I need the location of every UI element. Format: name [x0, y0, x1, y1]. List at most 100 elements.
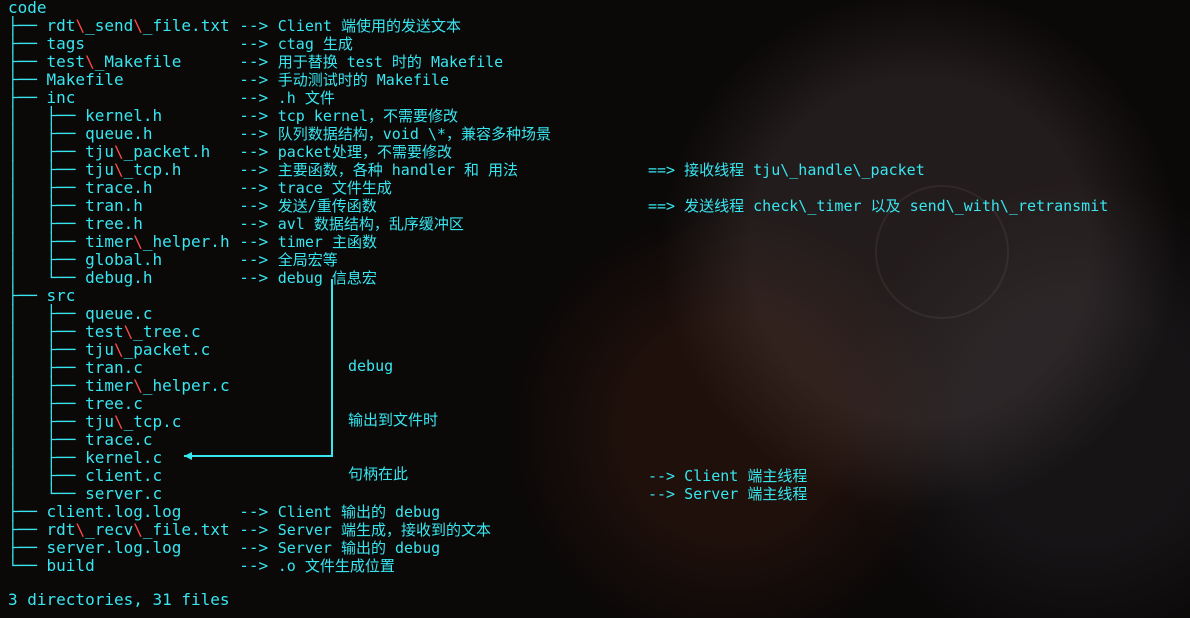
- tree-connector: │ ├──: [8, 466, 86, 485]
- space-after-arrow: [268, 214, 278, 233]
- tree-connector: │ ├──: [8, 250, 86, 269]
- description-text: 全局宏等: [277, 251, 338, 269]
- tree-line: │ ├── test\_tree.c: [8, 323, 201, 341]
- description-text: 主要函数，各种 handler 和 用法: [277, 161, 519, 179]
- escape-char: \: [113, 142, 124, 161]
- arrow-text: -->: [239, 142, 269, 161]
- arrow-text: -->: [239, 34, 269, 53]
- tree-connector: │ ├──: [8, 412, 86, 431]
- file-name-part: test: [46, 52, 86, 71]
- space-after-arrow: [268, 196, 278, 215]
- tree-line: ├── Makefile --> 手动测试时的 Makefile: [8, 70, 450, 90]
- tree-connector: │ └──: [8, 484, 86, 503]
- root-label: code: [8, 0, 47, 17]
- space-after-arrow: [268, 124, 278, 143]
- tree-connector: │ ├──: [8, 340, 86, 359]
- tree-line: │ ├── queue.c: [8, 305, 153, 323]
- arrow-text: -->: [239, 520, 269, 539]
- file-name-part: _packet.c: [123, 340, 211, 359]
- tree-connector: │ ├──: [8, 232, 86, 251]
- tree-connector: │ ├──: [8, 124, 86, 143]
- escape-char: \: [113, 160, 124, 179]
- description-text: 队列数据结构，void \*，兼容多种场景: [277, 125, 551, 143]
- file-name-part: tju: [85, 412, 114, 431]
- space-after-arrow: [268, 178, 278, 197]
- tree-connector: │ ├──: [8, 304, 86, 323]
- root-name: code: [8, 0, 47, 17]
- file-name-part: _file.txt: [142, 16, 230, 35]
- file-name-part: inc: [46, 88, 76, 107]
- file-name-part: build: [46, 556, 95, 575]
- file-name-part: kernel.c: [85, 448, 163, 467]
- space-after-arrow: [268, 16, 278, 35]
- right-annotation: --> Server 端主线程: [648, 485, 808, 503]
- tree-line: ├── client.log.log --> Client 输出的 debug: [8, 502, 440, 522]
- tree-connector: ├──: [8, 16, 47, 35]
- escape-char: \: [133, 232, 143, 251]
- file-name-part: _Makefile: [94, 52, 182, 71]
- file-name-part: global.h: [85, 250, 163, 269]
- tree-line: │ ├── tree.h --> avl 数据结构，乱序缓冲区: [8, 214, 464, 234]
- tree-line: │ ├── queue.h --> 队列数据结构，void \*，兼容多种场景: [8, 124, 551, 144]
- file-name-part: _helper.c: [142, 376, 230, 395]
- escape-char: \: [113, 340, 124, 359]
- file-name-part: trace.c: [85, 430, 153, 449]
- callout-line-1: debug: [348, 357, 394, 375]
- arrow-text: -->: [239, 538, 269, 557]
- space-after-arrow: [268, 34, 278, 53]
- space-after-arrow: [268, 160, 278, 179]
- file-name-part: client.c: [85, 466, 163, 485]
- right-annotation: --> Client 端主线程: [648, 467, 808, 485]
- description-text: 手动测试时的 Makefile: [277, 71, 450, 89]
- tree-connector: │ ├──: [8, 196, 86, 215]
- space-after-arrow: [268, 520, 278, 539]
- arrow-text: -->: [239, 502, 269, 521]
- tree-line: │ └── server.c: [8, 485, 162, 503]
- tree-line: ├── inc --> .h 文件: [8, 88, 335, 108]
- tree-line: │ ├── trace.h --> trace 文件生成: [8, 178, 392, 198]
- tree-connector: │ ├──: [8, 394, 86, 413]
- space-after-arrow: [268, 88, 278, 107]
- space-after-arrow: [268, 268, 278, 287]
- description-text: packet处理，不需要修改: [277, 143, 452, 161]
- tree-line: └── build --> .o 文件生成位置: [8, 556, 395, 576]
- space-after-arrow: [268, 250, 278, 269]
- escape-char: \: [133, 376, 143, 395]
- tree-connector: │ ├──: [8, 178, 86, 197]
- space-after-arrow: [268, 232, 278, 251]
- file-name-part: rdt: [46, 520, 76, 539]
- escape-char: \: [75, 16, 86, 35]
- file-name-part: Makefile: [46, 70, 124, 89]
- description-text: debug 信息宏: [277, 269, 377, 287]
- file-name-part: tju: [85, 160, 114, 179]
- tree-connector: │ └──: [8, 268, 86, 287]
- file-name-part: queue.c: [85, 304, 153, 323]
- file-name-part: _file.txt: [142, 520, 230, 539]
- description-text: timer 主函数: [277, 233, 377, 251]
- tree-connector: ├──: [8, 286, 47, 305]
- file-name-part: test: [85, 322, 124, 341]
- tree-line: │ ├── tran.c: [8, 359, 143, 377]
- space-after-arrow: [268, 538, 278, 557]
- escape-char: \: [85, 52, 95, 71]
- file-name-part: tags: [46, 34, 86, 53]
- file-name-part: tree.c: [85, 394, 143, 413]
- tree-line: │ └── debug.h --> debug 信息宏: [8, 268, 377, 288]
- terminal-window: code ├── rdt\_send\_file.txt --> Client …: [0, 0, 1190, 618]
- tree-connector: │ ├──: [8, 376, 86, 395]
- space-after-arrow: [268, 52, 278, 71]
- callout-note: debug 输出到文件时 句柄在此: [348, 321, 438, 501]
- tree-connector: ├──: [8, 538, 47, 557]
- file-name-part: _tree.c: [133, 322, 201, 341]
- tree-connector: │ ├──: [8, 106, 86, 125]
- tree-line: │ ├── kernel.c: [8, 449, 162, 467]
- tree-line: │ ├── tree.c: [8, 395, 143, 413]
